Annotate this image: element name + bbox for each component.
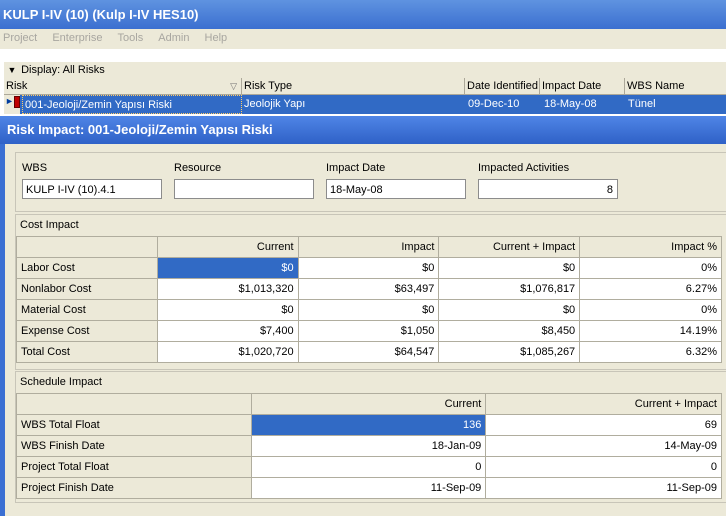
chevron-down-icon[interactable]: ▼ (6, 62, 18, 79)
impact-date-cell[interactable]: 18-May-08 (540, 95, 625, 114)
menu-enterprise[interactable]: Enterprise (49, 29, 105, 47)
header-blank (16, 236, 158, 258)
column-date-identified[interactable]: Date Identified (465, 78, 540, 94)
cell-impact-percent: 0% (579, 257, 722, 279)
header-current: Current (250, 393, 487, 415)
row-label: Material Cost (16, 299, 158, 321)
cell-current-plus-impact: $8,450 (438, 320, 581, 342)
wbs-field[interactable]: KULP I-IV (10).4.1 (22, 179, 162, 199)
cost-impact-title: Cost Impact (20, 219, 79, 231)
impacted-activities-field[interactable]: 8 (478, 179, 618, 199)
schedule-header-row: Current Current + Impact (16, 393, 722, 415)
cell-current[interactable]: 0 (250, 456, 487, 478)
cell-impact-percent: 0% (579, 299, 722, 321)
cell-current: $1,020,720 (156, 341, 299, 363)
cell-impact[interactable]: $0 (297, 299, 440, 321)
cell-impact: $64,547 (297, 341, 440, 363)
schedule-impact-section: Schedule Impact Current Current + Impact… (15, 371, 726, 503)
cell-current[interactable]: $0 (156, 299, 299, 321)
cell-current[interactable]: 136 (250, 414, 487, 436)
cell-current-plus-impact: 14-May-09 (485, 435, 722, 457)
cell-current-plus-impact: 11-Sep-09 (485, 477, 722, 499)
display-filter-label: Display: All Risks (21, 64, 105, 76)
cell-impact-percent: 14.19% (579, 320, 722, 342)
sort-icon[interactable]: ▽ (230, 78, 237, 94)
column-risk[interactable]: Risk ▽ (4, 78, 242, 94)
risk-impact-panel: Risk Impact: 001-Jeoloji/Zemin Yapısı Ri… (0, 116, 726, 516)
schedule-row-project-finish-date: Project Finish Date 11-Sep-09 11-Sep-09 (16, 477, 722, 499)
cell-current[interactable]: $0 (156, 257, 299, 279)
impact-date-field[interactable]: 18-May-08 (326, 179, 466, 199)
row-label: Project Finish Date (16, 477, 252, 499)
fields-group: WBS KULP I-IV (10).4.1 Resource Impact D… (15, 152, 726, 212)
menu-tools[interactable]: Tools (115, 29, 147, 47)
cell-current-plus-impact: $1,085,267 (438, 341, 581, 363)
cost-impact-section: Cost Impact Current Impact Current + Imp… (15, 214, 726, 370)
cell-current[interactable]: $7,400 (156, 320, 299, 342)
column-wbs-name[interactable]: WBS Name (625, 78, 726, 94)
menu-project[interactable]: Project (0, 29, 40, 47)
panel-title: Risk Impact: 001-Jeoloji/Zemin Yapısı Ri… (0, 116, 726, 144)
cell-impact[interactable]: $1,050 (297, 320, 440, 342)
cell-impact[interactable]: $0 (297, 257, 440, 279)
row-label: WBS Total Float (16, 414, 252, 436)
cell-current-plus-impact: 0 (485, 456, 722, 478)
panel-body: WBS KULP I-IV (10).4.1 Resource Impact D… (5, 144, 726, 516)
wbs-name-cell[interactable]: Tünel (625, 95, 726, 114)
cost-row-labor: Labor Cost $0 $0 $0 0% (16, 257, 722, 279)
window-title: KULP I-IV (10) (Kulp I-IV HES10) (0, 0, 726, 29)
row-label: Nonlabor Cost (16, 278, 158, 300)
row-label: WBS Finish Date (16, 435, 252, 457)
column-risk-type[interactable]: Risk Type (242, 78, 465, 94)
cost-impact-table: Current Impact Current + Impact Impact %… (16, 236, 722, 363)
cell-current-plus-impact: 69 (485, 414, 722, 436)
risk-row-selected[interactable]: ► 001-Jeoloji/Zemin Yapısı Riski Jeoloji… (4, 95, 726, 114)
impact-date-label: Impact Date (326, 162, 386, 174)
resource-field[interactable] (174, 179, 314, 199)
header-impact-percent: Impact % (579, 236, 722, 258)
impacted-activities-label: Impacted Activities (478, 162, 570, 174)
row-label: Total Cost (16, 341, 158, 363)
cell-current[interactable]: 18-Jan-09 (250, 435, 487, 457)
risk-cell[interactable]: 001-Jeoloji/Zemin Yapısı Riski (22, 95, 242, 114)
header-impact: Impact (297, 236, 440, 258)
cell-current-plus-impact: $1,076,817 (438, 278, 581, 300)
display-filter-bar[interactable]: ▼ Display: All Risks (4, 61, 726, 79)
cell-current-plus-impact: $0 (438, 299, 581, 321)
cell-current-plus-impact: $0 (438, 257, 581, 279)
schedule-impact-table: Current Current + Impact WBS Total Float… (16, 393, 722, 499)
cell-impact-percent: 6.32% (579, 341, 722, 363)
cost-row-total: Total Cost $1,020,720 $64,547 $1,085,267… (16, 341, 722, 363)
cell-current[interactable]: 11-Sep-09 (250, 477, 487, 499)
row-label: Project Total Float (16, 456, 252, 478)
menu-bar: Project Enterprise Tools Admin Help (0, 29, 726, 49)
row-indicator-icon: ► (4, 95, 20, 114)
risk-type-cell[interactable]: Jeolojik Yapı (242, 95, 465, 114)
menu-admin[interactable]: Admin (155, 29, 192, 47)
row-label: Expense Cost (16, 320, 158, 342)
toolbar-spacer (0, 49, 726, 61)
resource-label: Resource (174, 162, 222, 174)
menu-help[interactable]: Help (202, 29, 231, 47)
header-current-plus-impact: Current + Impact (485, 393, 722, 415)
row-label: Labor Cost (16, 257, 158, 279)
date-identified-cell[interactable]: 09-Dec-10 (465, 95, 540, 114)
cost-row-material: Material Cost $0 $0 $0 0% (16, 299, 722, 321)
risk-grid-header: Risk ▽ Risk Type Date Identified Impact … (4, 78, 726, 95)
schedule-impact-title: Schedule Impact (20, 376, 102, 388)
schedule-row-wbs-finish-date: WBS Finish Date 18-Jan-09 14-May-09 (16, 435, 722, 457)
cell-impact-percent: 6.27% (579, 278, 722, 300)
cost-header-row: Current Impact Current + Impact Impact % (16, 236, 722, 258)
wbs-label: WBS (22, 162, 48, 174)
cell-impact[interactable]: $63,497 (297, 278, 440, 300)
cost-row-nonlabor: Nonlabor Cost $1,013,320 $63,497 $1,076,… (16, 278, 722, 300)
schedule-row-wbs-total-float: WBS Total Float 136 69 (16, 414, 722, 436)
cost-row-expense: Expense Cost $7,400 $1,050 $8,450 14.19% (16, 320, 722, 342)
header-blank (16, 393, 252, 415)
cell-current[interactable]: $1,013,320 (156, 278, 299, 300)
header-current: Current (156, 236, 299, 258)
schedule-row-project-total-float: Project Total Float 0 0 (16, 456, 722, 478)
header-current-plus-impact: Current + Impact (438, 236, 581, 258)
column-impact-date[interactable]: Impact Date (540, 78, 625, 94)
